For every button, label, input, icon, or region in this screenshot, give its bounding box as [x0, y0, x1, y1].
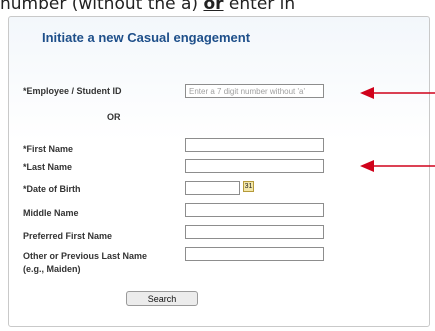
first-name-input[interactable]: [185, 138, 324, 152]
or-separator: OR: [107, 112, 121, 122]
first-name-label: *First Name: [23, 144, 74, 154]
date-of-birth-input[interactable]: [185, 181, 240, 195]
caption-text-end: enter in: [223, 0, 296, 14]
arrow-icon: [360, 87, 435, 99]
employee-id-input[interactable]: [185, 84, 324, 98]
instruction-caption: number (without the a) or enter in: [0, 0, 435, 14]
employee-id-label: *Employee / Student ID: [23, 86, 122, 96]
form-title: Initiate a new Casual engagement: [42, 30, 251, 45]
other-last-name-hint: (e.g., Maiden): [23, 264, 81, 274]
search-button[interactable]: Search: [126, 291, 198, 306]
other-last-name-label: Other or Previous Last Name: [23, 251, 148, 261]
date-of-birth-label: *Date of Birth: [23, 184, 81, 194]
last-name-label: *Last Name: [23, 162, 73, 172]
preferred-first-name-label: Preferred First Name: [23, 231, 113, 241]
middle-name-input[interactable]: [185, 203, 324, 217]
caption-text-start: number (without the a): [0, 0, 204, 14]
middle-name-label: Middle Name: [23, 208, 79, 218]
arrow-icon: [360, 160, 435, 172]
calendar-icon[interactable]: 31: [243, 181, 254, 192]
last-name-input[interactable]: [185, 159, 324, 173]
caption-emphasis: or: [203, 0, 224, 14]
preferred-first-name-input[interactable]: [185, 225, 324, 239]
other-last-name-input[interactable]: [185, 247, 324, 261]
